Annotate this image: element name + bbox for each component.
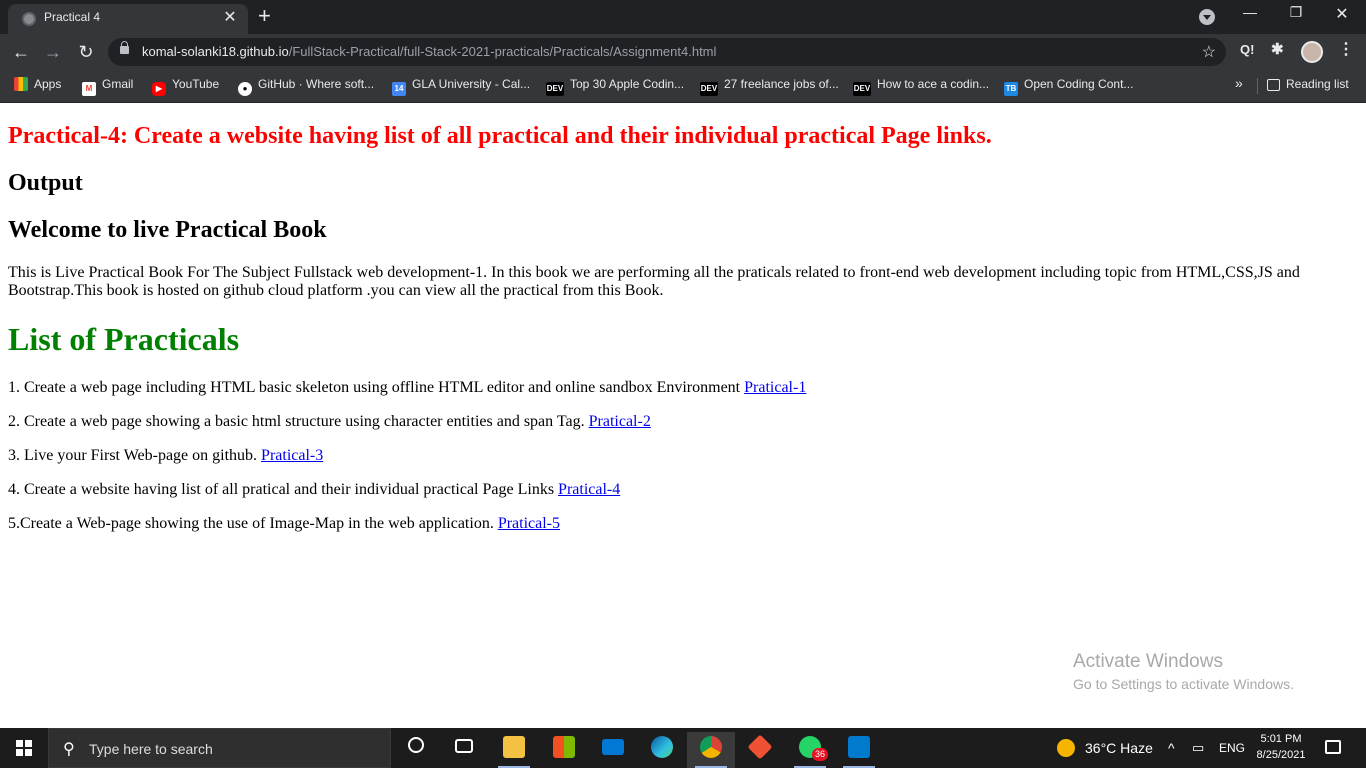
dev-icon: DEV <box>546 82 564 96</box>
bookmark-youtube[interactable]: ▶ YouTube <box>152 76 219 96</box>
list-item: 1. Create a web page including HTML basi… <box>8 379 807 396</box>
close-window-icon[interactable]: ✕ <box>1327 4 1357 24</box>
dev-icon: DEV <box>853 82 871 96</box>
practical-3-link[interactable]: Pratical-3 <box>261 447 323 464</box>
practical-4-link[interactable]: Pratical-4 <box>558 481 620 498</box>
url-text: komal-solanki18.github.io/FullStack-Prac… <box>142 44 717 59</box>
list-item: 5.Create a Web-page showing the use of I… <box>8 515 561 532</box>
minimize-icon[interactable]: — <box>1235 4 1265 20</box>
activate-windows-watermark: Activate Windows Go to Settings to activ… <box>1073 651 1294 692</box>
search-icon: ⚲ <box>63 741 75 758</box>
list-item: 3. Live your First Web-page on github. P… <box>8 447 324 464</box>
practical-1-link[interactable]: Pratical-1 <box>744 379 806 396</box>
bookmark-open-coding[interactable]: TB Open Coding Cont... <box>1004 76 1133 96</box>
reload-icon[interactable]: ↻ <box>73 39 99 65</box>
tab-title: Practical 4 <box>44 10 101 24</box>
address-bar[interactable]: komal-solanki18.github.io/FullStack-Prac… <box>108 38 1226 66</box>
reading-list-icon <box>1267 79 1280 91</box>
browser-tab[interactable]: Practical 4 ✕ <box>8 4 248 34</box>
list-heading: List of Practicals <box>8 321 240 357</box>
list-item: 4. Create a website having list of all p… <box>8 481 621 498</box>
output-heading: Output <box>8 170 83 196</box>
whatsapp-button[interactable]: 36 <box>786 732 834 768</box>
git-icon <box>747 734 773 760</box>
avatar[interactable] <box>1301 41 1323 63</box>
puzzle-icon[interactable]: ✱ <box>1271 40 1284 58</box>
list-item: 2. Create a web page showing a basic htm… <box>8 413 651 430</box>
restore-icon[interactable]: ❐ <box>1281 4 1311 21</box>
page-title: Practical-4: Create a website having lis… <box>8 123 992 149</box>
tab-close-icon[interactable]: ✕ <box>220 7 240 27</box>
vscode-button[interactable] <box>835 732 883 768</box>
bookmark-gla-university[interactable]: 14 GLA University - Cal... <box>392 76 530 96</box>
reading-list-button[interactable]: Reading list <box>1267 76 1349 96</box>
windows-logo-icon <box>16 740 32 756</box>
git-button[interactable] <box>736 732 784 768</box>
practical-2-link[interactable]: Pratical-2 <box>589 413 651 430</box>
watermark-subtitle: Go to Settings to activate Windows. <box>1073 676 1294 692</box>
new-tab-button[interactable]: + <box>258 3 271 29</box>
notification-badge: 36 <box>812 748 829 761</box>
extension-icon[interactable]: Q! <box>1240 42 1254 57</box>
globe-icon <box>22 12 36 26</box>
practical-5-link[interactable]: Pratical-5 <box>498 515 560 532</box>
clock-time: 5:01 PM <box>1260 733 1302 745</box>
bookmark-freelance-jobs[interactable]: DEV 27 freelance jobs of... <box>700 76 839 96</box>
calendar-icon: 14 <box>392 82 406 96</box>
apps-grid-icon <box>14 77 28 91</box>
bookmark-apps[interactable]: Apps <box>14 76 61 96</box>
search-placeholder: Type here to search <box>89 741 213 757</box>
welcome-heading: Welcome to live Practical Book <box>8 217 327 243</box>
cortana-icon <box>408 737 424 753</box>
intro-paragraph: This is Live Practical Book For The Subj… <box>8 264 1300 299</box>
browser-tab-strip: Practical 4 ✕ + — ❐ ✕ <box>0 0 1366 34</box>
bookmarks-divider <box>1257 78 1258 94</box>
lock-icon <box>120 41 129 54</box>
coding-contest-icon: TB <box>1004 82 1018 96</box>
bookmark-gmail[interactable]: M Gmail <box>82 76 133 96</box>
edge-icon <box>651 736 673 758</box>
start-button[interactable] <box>0 728 48 768</box>
chrome-icon <box>700 736 722 758</box>
bookmarks-bar: Apps M Gmail ▶ YouTube ● GitHub · Where sof… <box>0 70 1366 103</box>
edge-button[interactable] <box>638 732 686 768</box>
folder-icon <box>503 736 525 758</box>
bookmark-ace-coding[interactable]: DEV How to ace a codin... <box>853 76 989 96</box>
forward-arrow-icon[interactable]: → <box>40 39 66 65</box>
weather-icon <box>1057 739 1075 757</box>
weather-widget[interactable]: 36°C Haze <box>1085 728 1153 768</box>
bookmarks-overflow-button[interactable]: » <box>1235 75 1243 95</box>
github-icon: ● <box>238 82 252 96</box>
gmail-icon: M <box>82 82 96 96</box>
task-view-button[interactable] <box>440 732 488 768</box>
dev-icon: DEV <box>700 82 718 96</box>
chrome-button[interactable] <box>687 732 735 768</box>
back-arrow-icon[interactable]: ← <box>8 39 34 65</box>
store-button[interactable] <box>540 732 588 768</box>
clock-date: 8/25/2021 <box>1256 749 1306 761</box>
store-icon <box>553 736 575 758</box>
page-content: Practical-4: Create a website having lis… <box>0 103 1366 728</box>
tab-search-icon[interactable] <box>1199 9 1215 25</box>
language-indicator[interactable]: ENG <box>1219 728 1245 768</box>
mail-icon <box>602 739 624 755</box>
watermark-title: Activate Windows <box>1073 651 1223 672</box>
browser-toolbar: ← → ↻ komal-solanki18.github.io/FullStac… <box>0 34 1366 70</box>
taskbar-search-input[interactable]: ⚲ Type here to search <box>48 728 391 768</box>
network-icon[interactable]: ▭ <box>1192 728 1204 768</box>
vscode-icon <box>848 736 870 758</box>
bookmark-top-30-apple[interactable]: DEV Top 30 Apple Codin... <box>546 76 684 96</box>
youtube-icon: ▶ <box>152 82 166 96</box>
cortana-button[interactable] <box>392 732 440 768</box>
bookmark-github[interactable]: ● GitHub · Where soft... <box>238 76 374 96</box>
file-explorer-button[interactable] <box>490 732 538 768</box>
task-view-icon <box>455 739 473 753</box>
chevron-up-icon[interactable]: ^ <box>1168 728 1175 768</box>
windows-taskbar: ⚲ Type here to search 36 36°C Haze ^ ▭ E… <box>0 728 1366 768</box>
mail-button[interactable] <box>589 732 637 768</box>
clock[interactable]: 5:01 PM 8/25/2021 <box>1250 731 1312 763</box>
bookmark-star-icon[interactable]: ☆ <box>1202 42 1216 62</box>
kebab-menu-icon[interactable]: ⋮ <box>1338 39 1354 59</box>
notification-center-icon[interactable] <box>1325 740 1341 754</box>
